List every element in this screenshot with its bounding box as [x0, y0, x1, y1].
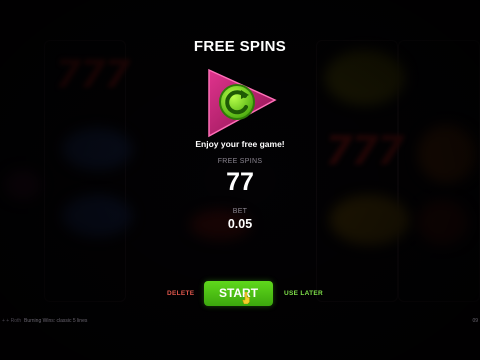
start-button[interactable]: START — [204, 281, 273, 306]
use-later-button[interactable]: USE LATER — [284, 290, 323, 297]
footer-left-text: + + Roth — [2, 318, 22, 324]
hand-pointer-icon — [242, 292, 250, 304]
bet-value: 0.05 — [227, 217, 253, 231]
footer-right-text: 09 — [472, 318, 478, 324]
game-name: Burning Wins: classic 5 lines — [24, 318, 88, 324]
delete-button[interactable]: DELETE — [167, 290, 194, 297]
popup-subtitle: Enjoy your free game! — [195, 139, 285, 149]
play-replay-logo-icon — [208, 68, 277, 138]
free-spins-count: 77 — [226, 168, 254, 196]
free-spins-label: FREE SPINS — [217, 158, 263, 165]
popup-title: FREE SPINS — [193, 38, 287, 55]
bet-label: BET — [232, 208, 248, 215]
